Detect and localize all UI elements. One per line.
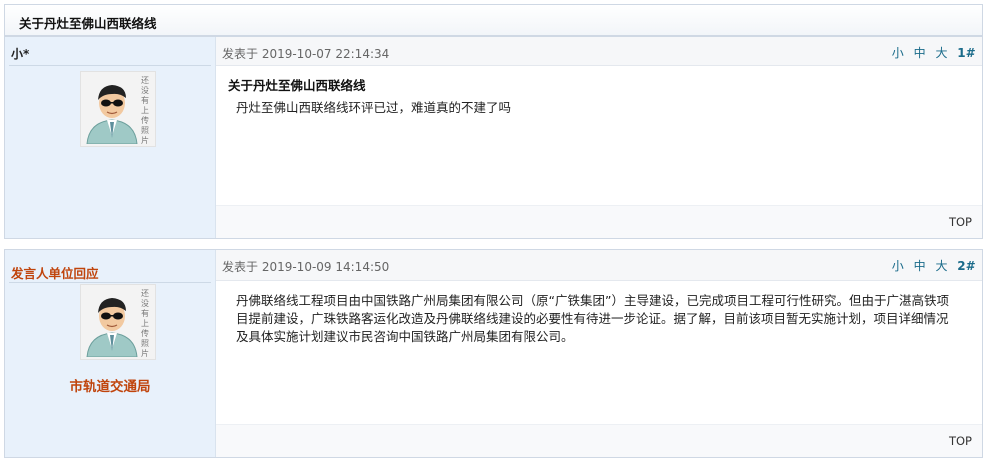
- thread-header: 关于丹灶至佛山西联络线: [4, 4, 983, 36]
- post-content: 发表于 2019-10-09 14:14:50 小 中 大 2# 丹佛联络线工程…: [216, 250, 982, 457]
- post-subject: 关于丹灶至佛山西联络线: [228, 78, 366, 93]
- avatar[interactable]: 还没有上传照片: [80, 284, 156, 360]
- post-content: 发表于 2019-10-07 22:14:34 小 中 大 1# 关于丹灶至佛山…: [216, 37, 982, 238]
- post-timestamp: 发表于 2019-10-07 22:14:34: [222, 47, 390, 61]
- floor-number[interactable]: 1#: [957, 46, 974, 60]
- floor-hash: #: [965, 46, 974, 60]
- font-size-controls: 小 中 大 1#: [886, 44, 974, 61]
- author-panel: 发言人单位回应 还没有上传照片 市轨道交通局: [5, 250, 216, 457]
- post-footer: TOP: [216, 205, 982, 238]
- font-large-button[interactable]: 大: [935, 46, 947, 60]
- author-divider: [9, 65, 211, 66]
- floor-number-value: 1: [957, 46, 966, 60]
- floor-number[interactable]: 2#: [957, 259, 974, 273]
- font-large-button[interactable]: 大: [935, 259, 947, 273]
- post-meta-bar: 发表于 2019-10-07 22:14:34 小 中 大 1#: [216, 37, 982, 66]
- post-2: 发言人单位回应 还没有上传照片 市轨道交通局 发表于 2019-10-09 14…: [4, 249, 983, 458]
- default-user-avatar-icon: [86, 85, 138, 144]
- post-meta-bar: 发表于 2019-10-09 14:14:50 小 中 大 2#: [216, 250, 982, 281]
- default-user-avatar-icon: [86, 298, 138, 357]
- floor-number-value: 2: [957, 259, 966, 273]
- author-divider: [9, 282, 211, 283]
- font-medium-button[interactable]: 中: [914, 259, 926, 273]
- thread-title: 关于丹灶至佛山西联络线: [19, 16, 157, 31]
- post-footer: TOP: [216, 424, 982, 457]
- author-name[interactable]: 发言人单位回应: [11, 263, 99, 282]
- back-to-top-link[interactable]: TOP: [949, 215, 972, 229]
- font-small-button[interactable]: 小: [892, 46, 904, 60]
- font-medium-button[interactable]: 中: [914, 46, 926, 60]
- font-size-controls: 小 中 大 2#: [886, 257, 974, 274]
- post-timestamp: 发表于 2019-10-09 14:14:50: [222, 260, 390, 274]
- author-panel: 小* 还没有上传照片: [5, 37, 216, 238]
- back-to-top-link[interactable]: TOP: [949, 434, 972, 448]
- font-small-button[interactable]: 小: [892, 259, 904, 273]
- author-name[interactable]: 小*: [11, 45, 29, 62]
- post-body: 丹灶至佛山西联络线环评已过，难道真的不建了吗: [236, 100, 512, 115]
- author-department: 市轨道交通局: [69, 379, 151, 395]
- post-body: 丹佛联络线工程项目由中国铁路广州局集团有限公司（原“广铁集团”）主导建设，已完成…: [236, 293, 949, 344]
- avatar[interactable]: 还没有上传照片: [80, 71, 156, 147]
- avatar-placeholder-text: 还没有上传照片: [141, 289, 149, 358]
- floor-hash: #: [965, 259, 974, 273]
- post-1: 小* 还没有上传照片 发表于 2019-10-07 22:14:34 小 中 大…: [4, 36, 983, 239]
- avatar-placeholder-text: 还没有上传照片: [141, 76, 149, 145]
